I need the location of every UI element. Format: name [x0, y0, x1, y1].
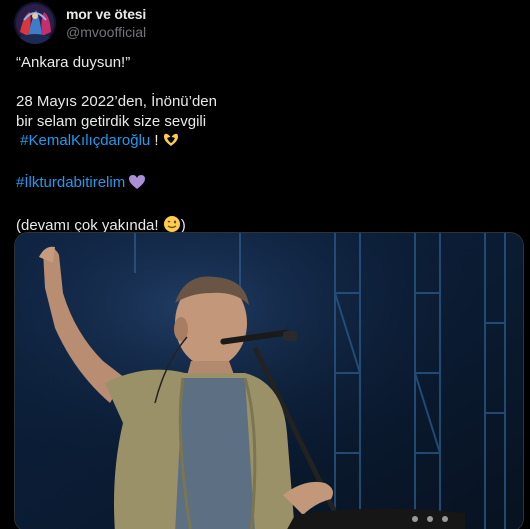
concert-photo-image [15, 233, 523, 529]
hashtag-kemalkilicdaroglu[interactable]: #KemalKılıçdaroğlu [20, 132, 150, 149]
band-avatar-icon [14, 2, 56, 44]
tweet-line-hashtag2: #İlkturdabitirelim [16, 173, 516, 196]
tweet-line-date: 28 Mayıs 2022’den, İnönü’den [16, 93, 217, 110]
tweet-card[interactable]: mor ve ötesi @mvoofficial “Ankara duysun… [0, 0, 530, 529]
author-handle[interactable]: @mvoofficial [66, 23, 146, 41]
tweet-media-photo[interactable] [14, 232, 524, 529]
hashtag-ilkturdabitirelim[interactable]: #İlkturdabitirelim [16, 174, 125, 191]
tweet-line-hashtag1: #KemalKılıçdaroğlu ! [16, 131, 516, 154]
author-names: mor ve ötesi @mvoofficial [66, 5, 146, 41]
purple-heart-icon [128, 174, 146, 196]
tweet-line-blank-3 [16, 196, 516, 216]
tweet-header: mor ve ötesi @mvoofficial [14, 2, 146, 44]
author-display-name[interactable]: mor ve ötesi [66, 5, 146, 23]
tweet-text: “Ankara duysun!” 28 Mayıs 2022’den, İnön… [16, 53, 516, 239]
tweet-line-quote: “Ankara duysun!” [16, 54, 131, 71]
tweet-line-blank-2 [16, 154, 516, 174]
heart-hands-icon [162, 132, 180, 154]
avatar[interactable] [14, 2, 56, 44]
tweet-line-greeting: bir selam getirdik size sevgili [16, 112, 207, 130]
hashtag1-suffix: ! [150, 132, 159, 149]
